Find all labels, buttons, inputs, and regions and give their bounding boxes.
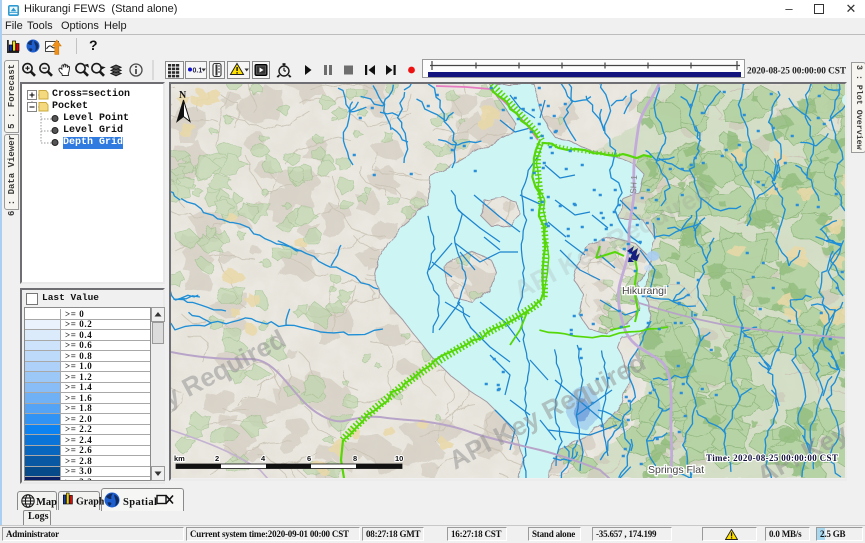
svg-text:6: 6: [307, 454, 311, 463]
svg-text:10: 10: [395, 454, 403, 463]
svg-text:Time: 2020-08-25 00:00:00 CST: Time: 2020-08-25 00:00:00 CST: [706, 453, 838, 463]
svg-text:Graph: Graph: [76, 497, 105, 508]
svg-text:km: km: [174, 454, 185, 463]
svg-text:Springs Flat: Springs Flat: [648, 464, 704, 476]
svg-text:Map: Map: [36, 497, 57, 508]
svg-text:Hikurangi: Hikurangi: [622, 285, 666, 297]
svg-text:8: 8: [353, 454, 357, 463]
svg-text:Spatial: Spatial: [123, 497, 157, 508]
svg-text:0.1: 0.1: [193, 68, 203, 75]
svg-text:2020-08-25 00:00:00 CST: 2020-08-25 00:00:00 CST: [747, 67, 847, 77]
svg-text:N: N: [179, 90, 187, 101]
svg-text:2: 2: [215, 454, 219, 463]
svg-text:SH 1: SH 1: [628, 174, 639, 194]
